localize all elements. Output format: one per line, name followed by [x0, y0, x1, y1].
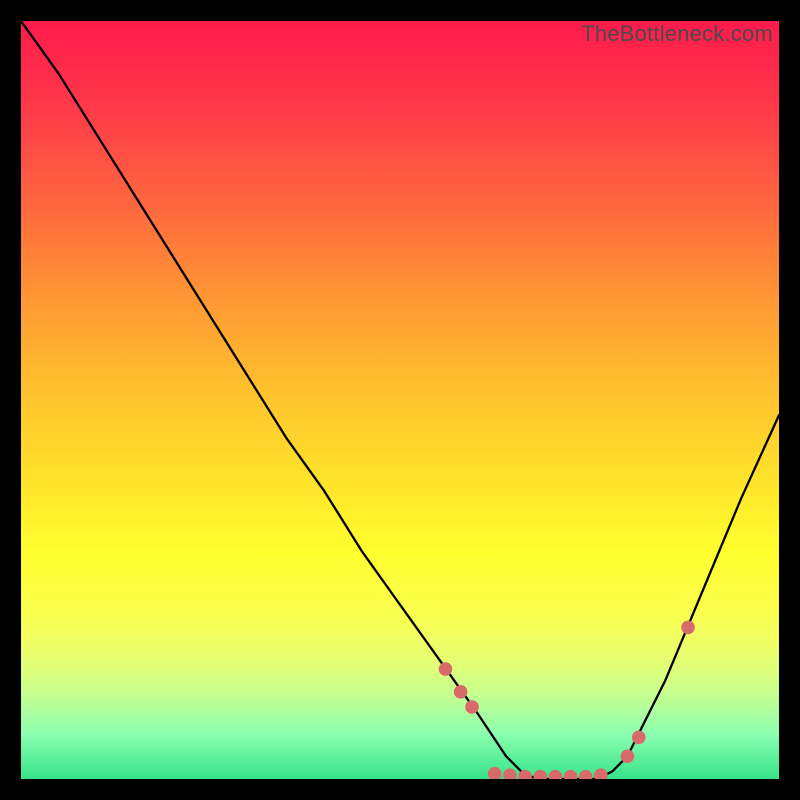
- curve-marker: [488, 767, 502, 779]
- curve-marker: [564, 770, 578, 779]
- outer-black-frame: TheBottleneck.com: [0, 0, 800, 800]
- curve-marker: [549, 770, 563, 779]
- chart-svg: [21, 21, 779, 779]
- curve-marker: [439, 662, 453, 676]
- source-attribution: TheBottleneck.com: [581, 21, 773, 47]
- curve-marker: [533, 770, 547, 779]
- curve-marker: [681, 621, 695, 635]
- curve-marker: [454, 685, 468, 699]
- curve-marker: [465, 700, 479, 714]
- curve-marker: [594, 768, 608, 779]
- curve-marker: [632, 731, 646, 745]
- plot-area: TheBottleneck.com: [21, 21, 779, 779]
- bottleneck-curve: [21, 21, 779, 779]
- curve-marker: [503, 768, 517, 779]
- curve-marker: [579, 770, 593, 779]
- curve-marker: [621, 749, 635, 763]
